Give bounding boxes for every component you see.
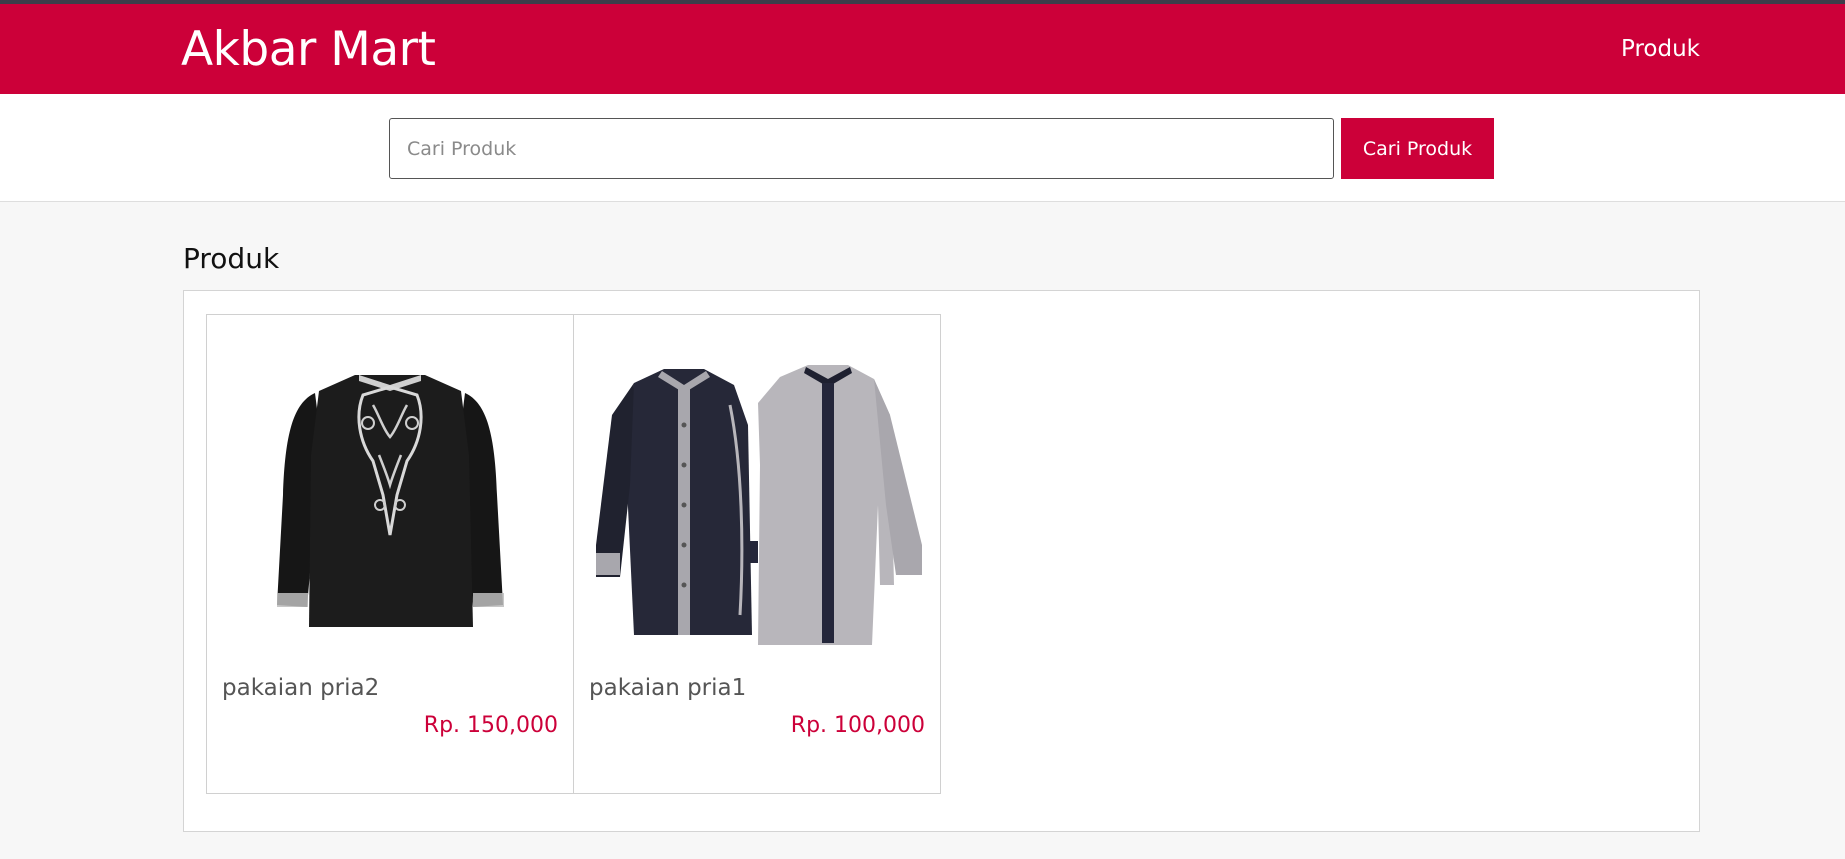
site-header: Akbar Mart Produk bbox=[0, 4, 1845, 94]
search-bar: Cari Produk bbox=[0, 94, 1845, 202]
product-price: Rp. 100,000 bbox=[790, 713, 925, 738]
product-price: Rp. 150,000 bbox=[423, 713, 558, 738]
nav-link-produk[interactable]: Produk bbox=[1621, 34, 1700, 64]
section-title: Produk bbox=[183, 242, 280, 275]
search-button[interactable]: Cari Produk bbox=[1341, 118, 1494, 179]
product-name[interactable]: pakaian pria2 bbox=[222, 673, 379, 703]
product-name[interactable]: pakaian pria1 bbox=[589, 673, 746, 703]
product-card[interactable]: pakaian pria2 Rp. 150,000 bbox=[206, 314, 574, 794]
product-card[interactable]: pakaian pria1 Rp. 100,000 bbox=[573, 314, 941, 794]
product-image-two-shirts[interactable] bbox=[590, 345, 926, 665]
search-input[interactable] bbox=[389, 118, 1334, 179]
product-panel: pakaian pria2 Rp. 150,000 pakaian pria1 … bbox=[183, 290, 1700, 832]
product-image-black-shirt[interactable] bbox=[223, 345, 559, 665]
brand-logo-link[interactable]: Akbar Mart bbox=[181, 22, 436, 78]
